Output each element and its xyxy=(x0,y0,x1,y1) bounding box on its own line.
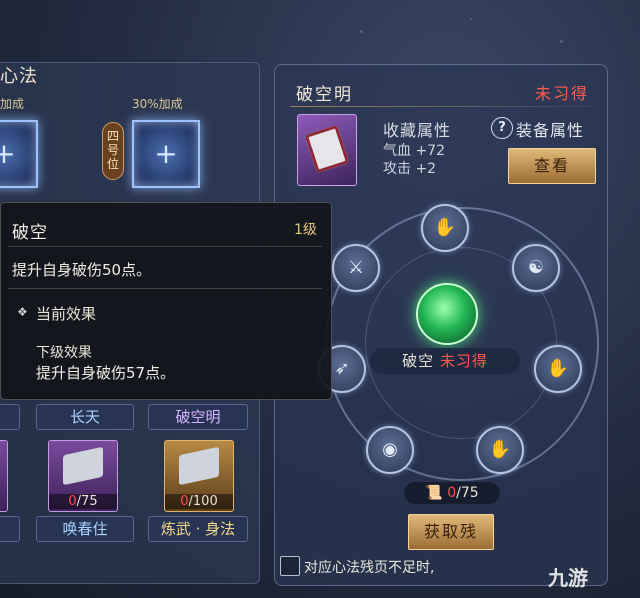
fragment-count: 📜 0/75 xyxy=(404,482,500,504)
skill-node-hand-icon[interactable]: ✋ xyxy=(421,204,469,252)
position-tag: 四号位 xyxy=(102,122,124,180)
sparkle xyxy=(470,18,472,20)
skill-book-icon[interactable] xyxy=(297,114,357,186)
heart-method-slot-4[interactable]: + xyxy=(132,120,200,188)
book-name-huanchunzhu[interactable]: 唤春住 xyxy=(36,516,134,542)
stat-attack: 攻击 +2 xyxy=(383,161,437,177)
tooltip-description: 提升自身破伤50点。 xyxy=(12,261,152,279)
bonus-label: 加成 xyxy=(0,97,25,111)
sparkle xyxy=(360,30,363,33)
tooltip-next-title: 下级效果 xyxy=(36,345,92,361)
watermark-logo: 九游 xyxy=(548,566,588,590)
equip-attr-label[interactable]: 装备属性 xyxy=(516,117,584,141)
center-skill-label: 破空 未习得 xyxy=(370,348,520,374)
collect-attr-heading: 收藏属性 xyxy=(383,121,452,140)
tooltip-title: 破空 xyxy=(12,223,48,243)
tooltip-divider xyxy=(8,246,322,247)
sparkle xyxy=(560,40,563,43)
bonus-label-30: 30%加成 xyxy=(132,97,183,111)
bullet-icon: ❖ xyxy=(17,305,28,319)
book-count: 0/75 xyxy=(49,494,117,509)
tooltip-level: 1级 xyxy=(294,222,317,238)
book-icon xyxy=(179,446,219,486)
checkbox-label: 对应心法残页不足时, xyxy=(304,560,435,576)
book-count: 0/100 xyxy=(165,494,233,509)
status-badge: 未习得 xyxy=(535,84,590,103)
book-card-huanchunzhu[interactable]: 0/75 xyxy=(48,440,118,512)
plus-icon: + xyxy=(154,137,178,170)
heart-method-slot-3[interactable]: + xyxy=(0,120,38,188)
plus-icon: + xyxy=(0,137,16,170)
book-icon xyxy=(63,446,103,486)
book-name-lianwu[interactable]: 炼武 · 身法 xyxy=(148,516,248,542)
stat-hp: 气血 +72 xyxy=(383,143,445,159)
skill-node-rune-icon[interactable]: ☯ xyxy=(512,244,560,292)
skill-node-sword-icon[interactable]: ⚔ xyxy=(332,244,380,292)
center-skill-orb[interactable] xyxy=(416,283,478,345)
book-name-changtian[interactable]: 长天 xyxy=(36,404,134,430)
skill-title: 破空明 xyxy=(296,85,353,105)
book-card-lianwu[interactable]: 0/100 xyxy=(164,440,234,512)
help-icon[interactable]: ? xyxy=(491,117,513,139)
book-name-pokongming[interactable]: 破空明 xyxy=(148,404,248,430)
tooltip-current-effect: 当前效果 xyxy=(36,305,97,323)
divider xyxy=(290,106,595,107)
panel-title: 心法 xyxy=(0,66,38,87)
name-pill-left xyxy=(0,404,20,430)
book-card-partial[interactable] xyxy=(0,440,8,512)
tooltip-divider xyxy=(8,288,322,289)
obtain-fragment-button[interactable]: 获取残 xyxy=(408,514,494,550)
auto-checkbox[interactable] xyxy=(280,556,300,576)
skill-node-flame-hand-icon[interactable]: ✋ xyxy=(476,426,524,474)
game-screen: 心法 加成 30%加成 + 四号位 + 长天 破空明 0/75 0/100 唤春… xyxy=(0,0,640,598)
skill-node-eye-icon[interactable]: ◉ xyxy=(366,426,414,474)
view-button[interactable]: 查看 xyxy=(508,148,596,184)
bottom-name-left xyxy=(0,516,20,542)
scroll-icon xyxy=(304,124,350,174)
skill-node-book-icon[interactable]: ✋ xyxy=(534,345,582,393)
tooltip-next-description: 提升自身破伤57点。 xyxy=(36,364,176,382)
